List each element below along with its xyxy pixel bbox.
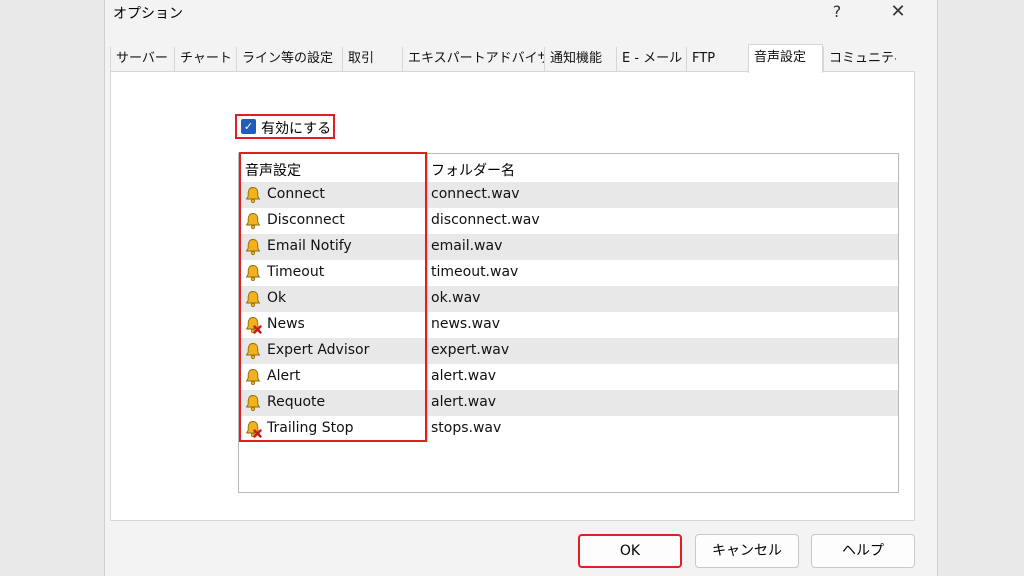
table-row[interactable]: Requote alert.wav — [239, 390, 898, 416]
file-name: connect.wav — [431, 186, 520, 202]
event-name: Requote — [267, 394, 326, 410]
options-dialog: オプション ? ✕ サーバー チャート ライン等の設定 取引 エキスパートアドバ… — [104, 0, 938, 576]
file-name: alert.wav — [431, 394, 497, 410]
tab-strip: サーバー チャート ライン等の設定 取引 エキスパートアドバイザ 通知機能 E … — [110, 44, 932, 73]
file-name: news.wav — [431, 316, 500, 332]
bell-icon — [245, 265, 261, 282]
window-title: オプション — [113, 6, 183, 22]
event-name: Alert — [267, 368, 301, 384]
bell-icon — [245, 239, 261, 256]
title-bar: オプション ? ✕ — [105, 0, 937, 26]
tab-sound-settings[interactable]: 音声設定 — [748, 44, 823, 73]
event-name: Timeout — [267, 264, 325, 280]
tab-trade[interactable]: 取引 — [342, 47, 402, 71]
file-name: disconnect.wav — [431, 212, 540, 228]
table-row[interactable]: Trailing Stop stops.wav — [239, 416, 898, 442]
tab-ftp[interactable]: FTP — [686, 47, 748, 71]
event-name: Email Notify — [267, 238, 352, 254]
tab-line-settings[interactable]: ライン等の設定 — [236, 47, 342, 71]
file-name: email.wav — [431, 238, 503, 254]
bell-icon — [245, 213, 261, 230]
bell-icon — [245, 395, 261, 412]
table-row[interactable]: Ok ok.wav — [239, 286, 898, 312]
bell-disabled-icon — [245, 317, 262, 334]
table-row[interactable]: Email Notify email.wav — [239, 234, 898, 260]
column-header-event[interactable]: 音声設定 — [245, 160, 301, 180]
ok-button[interactable]: OK — [578, 534, 682, 568]
file-name: expert.wav — [431, 342, 510, 358]
event-name: Ok — [267, 290, 287, 306]
table-row[interactable]: Disconnect disconnect.wav — [239, 208, 898, 234]
close-icon[interactable]: ✕ — [887, 1, 909, 23]
column-header-folder[interactable]: フォルダー名 — [431, 160, 515, 180]
bell-disabled-icon — [245, 421, 262, 438]
table-row[interactable]: Connect connect.wav — [239, 182, 898, 208]
list-header: 音声設定 フォルダー名 — [239, 154, 898, 182]
tab-chart[interactable]: チャート — [174, 47, 236, 71]
table-row[interactable]: News news.wav — [239, 312, 898, 338]
event-name: Trailing Stop — [267, 420, 354, 436]
table-row[interactable]: Expert Advisor expert.wav — [239, 338, 898, 364]
bell-icon — [245, 291, 261, 308]
help-button[interactable]: ヘルプ — [811, 534, 915, 568]
event-name: Disconnect — [267, 212, 345, 228]
bell-icon — [245, 187, 261, 204]
tab-expert-advisor[interactable]: エキスパートアドバイザ — [402, 47, 544, 71]
file-name: stops.wav — [431, 420, 502, 436]
event-name: Connect — [267, 186, 325, 202]
file-name: ok.wav — [431, 290, 481, 306]
tab-community[interactable]: コミュニティ — [823, 47, 896, 71]
bell-icon — [245, 343, 261, 360]
file-name: alert.wav — [431, 368, 497, 384]
bell-icon — [245, 369, 261, 386]
checkmark-icon[interactable]: ✓ — [241, 119, 256, 134]
table-row[interactable]: Alert alert.wav — [239, 364, 898, 390]
event-name: News — [267, 316, 305, 332]
column-divider[interactable] — [427, 154, 428, 182]
enable-label: 有効にする — [261, 121, 332, 137]
tab-server[interactable]: サーバー — [110, 47, 174, 71]
sound-settings-panel: ✓ 有効にする 音声設定 フォルダー名 Connect connect.wav … — [110, 71, 915, 521]
tab-email[interactable]: E - メール — [616, 47, 686, 71]
file-name: timeout.wav — [431, 264, 519, 280]
event-name: Expert Advisor — [267, 342, 370, 358]
help-icon[interactable]: ? — [827, 2, 847, 22]
enable-sound-checkbox[interactable]: ✓ 有効にする — [235, 114, 335, 139]
tab-notifications[interactable]: 通知機能 — [544, 47, 616, 71]
table-row[interactable]: Timeout timeout.wav — [239, 260, 898, 286]
sound-events-list[interactable]: 音声設定 フォルダー名 Connect connect.wav Disconne… — [238, 153, 899, 493]
cancel-button[interactable]: キャンセル — [695, 534, 799, 568]
